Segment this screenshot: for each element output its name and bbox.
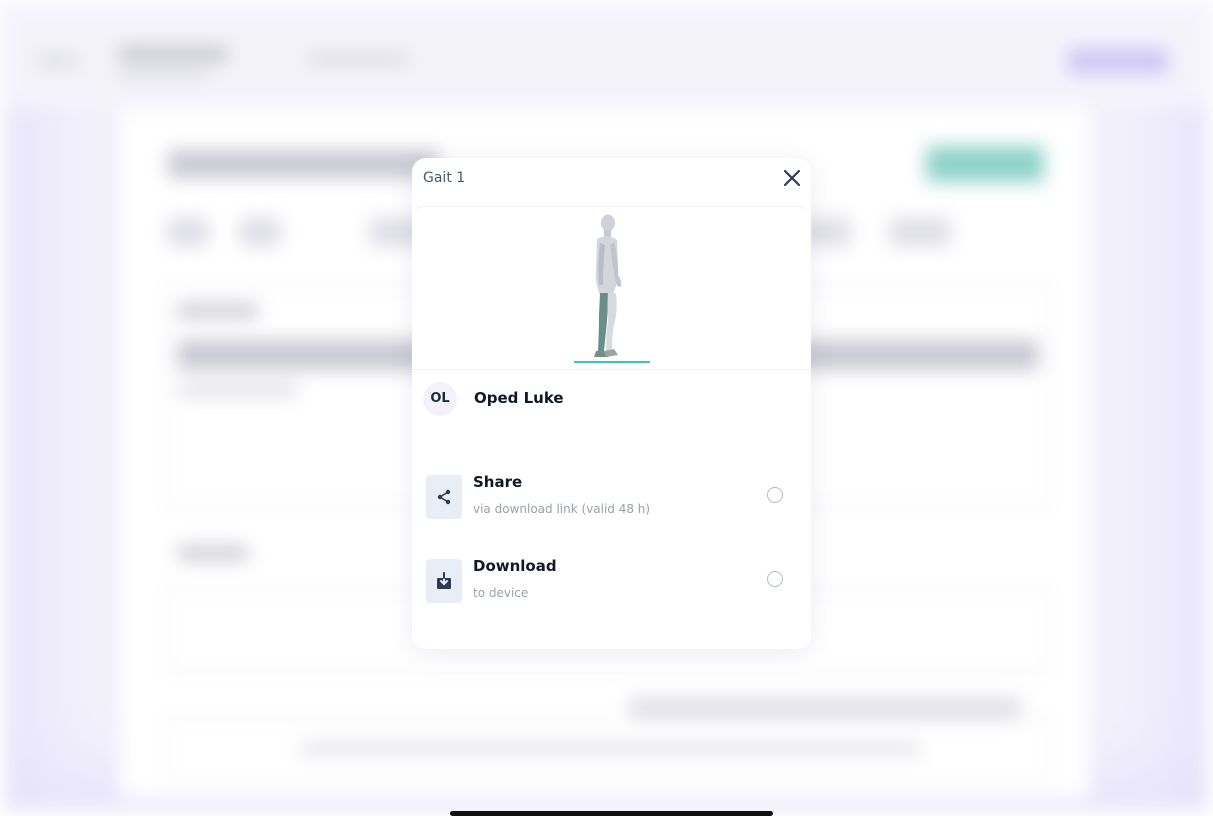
download-icon-box xyxy=(426,559,462,603)
dialog-header: Gait 1 xyxy=(412,158,811,202)
download-title: Download xyxy=(473,557,557,575)
close-button[interactable] xyxy=(780,166,804,190)
patient-name: Oped Luke xyxy=(474,389,564,407)
download-subtitle: to device xyxy=(473,586,529,600)
download-option[interactable]: Download to device xyxy=(412,549,811,613)
home-indicator[interactable] xyxy=(450,811,773,816)
walking-figure-icon xyxy=(574,214,650,363)
download-radio[interactable] xyxy=(767,571,783,587)
download-icon xyxy=(437,572,451,589)
dialog-title: Gait 1 xyxy=(423,170,466,186)
share-option[interactable]: Share via download link (valid 48 h) xyxy=(412,465,811,529)
share-icon-box xyxy=(426,475,462,519)
gait-preview xyxy=(412,206,811,370)
share-title: Share xyxy=(473,473,523,491)
share-icon xyxy=(437,489,451,505)
background-topbar xyxy=(8,8,1205,108)
share-subtitle: via download link (valid 48 h) xyxy=(473,502,651,516)
close-icon xyxy=(783,169,801,187)
patient-row: OL Oped Luke xyxy=(412,380,811,420)
export-dialog: Gait 1 OL Oped Luke Share via download l… xyxy=(412,158,811,649)
share-radio[interactable] xyxy=(767,487,783,503)
avatar: OL xyxy=(423,382,457,416)
